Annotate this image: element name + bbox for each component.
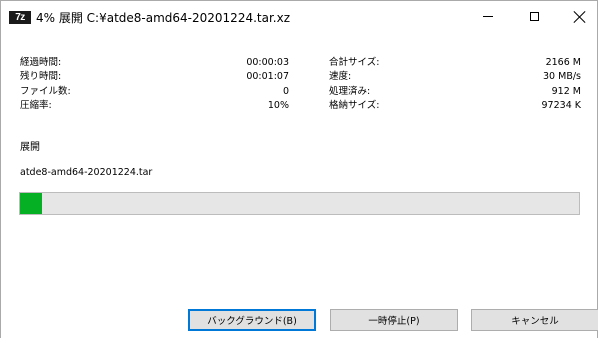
cancel-button[interactable]: キャンセル	[471, 309, 598, 331]
speed-value: 30 MB/s	[543, 71, 581, 82]
maximize-icon	[529, 12, 539, 21]
progress-bar-fill	[20, 193, 43, 214]
processed-value: 912 M	[551, 86, 581, 97]
speed-label: 速度:	[329, 71, 352, 82]
close-button[interactable]	[557, 1, 598, 32]
minimize-button[interactable]	[465, 1, 511, 32]
packed-size-label: 格納サイズ:	[329, 100, 380, 111]
title-bar[interactable]: 7z 4% 展開 C:¥atde8-amd64-20201224.tar.xz	[1, 1, 597, 32]
compression-ratio-value: 10%	[267, 100, 289, 111]
close-icon	[574, 11, 586, 23]
file-count-label: ファイル数:	[20, 86, 71, 97]
elapsed-time-label: 経過時間:	[20, 57, 62, 68]
background-button[interactable]: バックグラウンド(B)	[188, 309, 316, 331]
elapsed-time-value: 00:00:03	[246, 57, 289, 68]
progress-bar	[19, 192, 580, 215]
maximize-button[interactable]	[511, 1, 557, 32]
total-size-label: 合計サイズ:	[329, 57, 380, 68]
operation-label: 展開	[20, 142, 40, 153]
minimize-icon	[483, 16, 493, 17]
7zip-app-icon: 7z	[9, 11, 31, 24]
remaining-time-value: 00:01:07	[246, 71, 289, 82]
packed-size-value: 97234 K	[541, 100, 581, 111]
file-count-value: 0	[282, 86, 289, 97]
current-file-name: atde8-amd64-20201224.tar	[20, 167, 153, 178]
total-size-value: 2166 M	[545, 57, 581, 68]
extract-progress-window: 7z 4% 展開 C:¥atde8-amd64-20201224.tar.xz …	[0, 0, 598, 338]
processed-label: 処理済み:	[329, 86, 371, 97]
remaining-time-label: 残り時間:	[20, 71, 62, 82]
compression-ratio-label: 圧縮率:	[20, 100, 52, 111]
window-title: 4% 展開 C:¥atde8-amd64-20201224.tar.xz	[36, 11, 291, 25]
pause-button[interactable]: 一時停止(P)	[330, 309, 458, 331]
